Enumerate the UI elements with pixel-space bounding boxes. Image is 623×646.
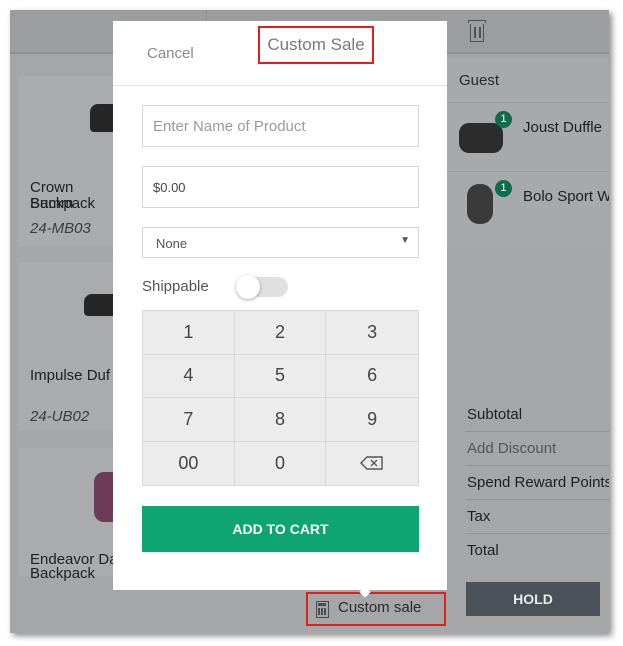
hold-button[interactable]: HOLD: [466, 582, 600, 616]
customer-label[interactable]: Guest: [459, 72, 499, 89]
keypad-key-3[interactable]: 3: [326, 311, 418, 355]
numeric-keypad: 1 2 3 4 5 6 7 8 9 00 0: [142, 310, 419, 486]
keypad-backspace[interactable]: [326, 441, 418, 485]
shippable-toggle[interactable]: [236, 275, 288, 299]
add-to-cart-button[interactable]: ADD TO CART: [142, 506, 419, 552]
keypad-key-9[interactable]: 9: [326, 398, 418, 442]
total-label: Total: [467, 542, 499, 559]
product-card[interactable]: Endeavor Da Backpack: [18, 448, 124, 582]
cart-item[interactable]: 1 Bolo Sport W: [447, 171, 609, 239]
keypad-key-6[interactable]: 6: [326, 354, 418, 398]
product-card[interactable]: Crown Summ Backpack 24-MB03: [18, 76, 124, 246]
modal-title: Custom Sale: [258, 26, 374, 64]
keypad-key-1[interactable]: 1: [143, 311, 235, 355]
calculator-icon: [316, 601, 329, 618]
cart-item-name: Joust Duffle: [523, 119, 602, 136]
product-name-input[interactable]: [142, 105, 419, 147]
add-discount-link[interactable]: Add Discount: [465, 432, 609, 466]
quantity-badge: 1: [495, 111, 512, 128]
product-name-line2: Backpack: [30, 565, 96, 582]
app-window: Crown Summ Backpack 24-MB03 Impulse Duf …: [10, 10, 609, 633]
custom-sale-button[interactable]: Custom sale: [306, 592, 446, 626]
modal-header: Cancel Custom Sale: [113, 21, 447, 86]
totals-panel: Subtotal Add Discount Spend Reward Point…: [465, 398, 609, 568]
toggle-knob: [236, 275, 260, 299]
shippable-label: Shippable: [142, 278, 209, 295]
product-name: Impulse Duf: [30, 367, 111, 384]
product-sku: 24-MB03: [30, 220, 91, 237]
spend-reward-points[interactable]: Spend Reward Points: [465, 466, 609, 500]
tax-class-select[interactable]: None ▼: [142, 227, 419, 258]
cancel-button[interactable]: Cancel: [147, 45, 194, 62]
keypad-key-2[interactable]: 2: [234, 311, 327, 355]
product-sku: 24-UB02: [30, 408, 90, 425]
subtotal-label: Subtotal: [465, 398, 609, 432]
product-card[interactable]: Impulse Duf 24-UB02: [18, 262, 124, 430]
quantity-badge: 1: [495, 180, 512, 197]
custom-sale-modal: Cancel Custom Sale None ▼ Shippable 1 2 …: [113, 21, 447, 590]
cart-item[interactable]: 1 Joust Duffle: [447, 102, 609, 170]
chevron-down-icon: ▼: [400, 235, 410, 246]
backspace-icon: [360, 456, 383, 470]
trash-icon[interactable]: [466, 18, 488, 44]
tax-label: Tax: [465, 500, 609, 534]
duffle-bag-image: [459, 123, 503, 153]
custom-sale-label: Custom sale: [338, 599, 422, 616]
tax-class-value: None: [156, 236, 188, 251]
keypad-key-7[interactable]: 7: [143, 398, 235, 442]
cart-item-name: Bolo Sport W: [523, 188, 609, 205]
keypad-key-00[interactable]: 00: [143, 441, 235, 485]
price-input[interactable]: [142, 166, 419, 208]
keypad-key-8[interactable]: 8: [234, 398, 327, 442]
watch-image: [467, 184, 493, 224]
product-name-line2: Backpack: [30, 195, 96, 212]
keypad-key-0[interactable]: 0: [234, 441, 327, 485]
keypad-key-5[interactable]: 5: [234, 354, 327, 398]
keypad-key-4[interactable]: 4: [143, 354, 235, 398]
cart-panel: Guest 1 Joust Duffle 1 Bolo Sport W: [447, 58, 609, 248]
